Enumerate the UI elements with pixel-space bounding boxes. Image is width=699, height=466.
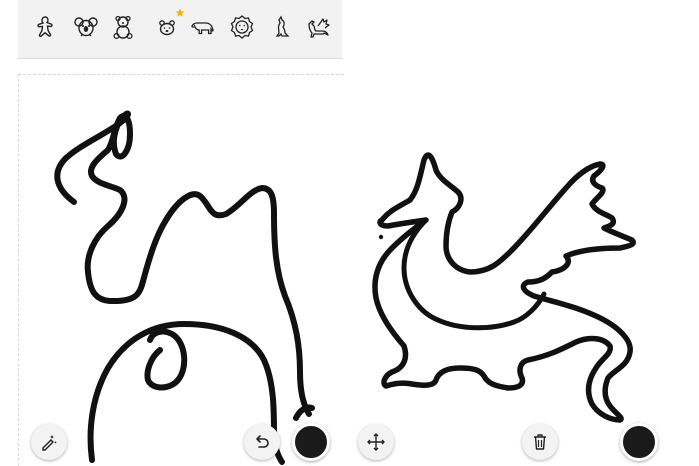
color-picker-button-right[interactable] bbox=[620, 423, 658, 461]
move-icon bbox=[367, 433, 385, 451]
move-tool-button[interactable] bbox=[358, 424, 394, 460]
autodraw-tool-button[interactable] bbox=[31, 424, 67, 460]
dragon-drawing bbox=[372, 152, 636, 423]
delete-button[interactable] bbox=[522, 424, 558, 460]
undo-icon bbox=[256, 435, 269, 448]
magic-pen-icon bbox=[42, 435, 57, 451]
drawing-canvas[interactable] bbox=[0, 0, 699, 466]
trash-icon bbox=[534, 434, 546, 450]
color-picker-button[interactable] bbox=[292, 423, 330, 461]
autodraw-split-screen bbox=[0, 0, 699, 466]
undo-button[interactable] bbox=[244, 424, 280, 460]
dragon-eye-dot bbox=[378, 234, 384, 240]
